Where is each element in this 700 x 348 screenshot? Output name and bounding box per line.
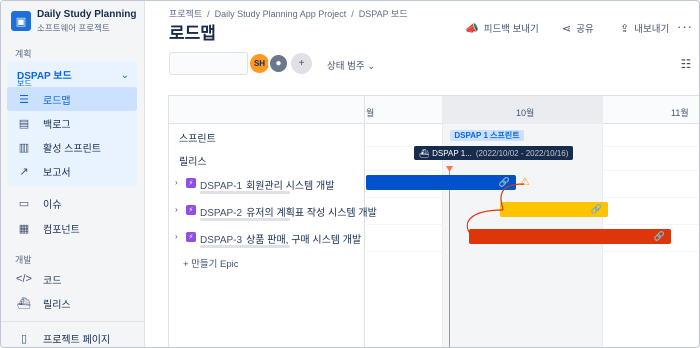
row-divider: [366, 251, 699, 252]
sidebar-item-label: 릴리스: [43, 299, 71, 311]
release-dates: (2022/10/02 - 2022/10/16): [475, 148, 569, 158]
create-epic-button[interactable]: + 만들기 Epic: [183, 256, 239, 270]
sidebar-item-label: 보고서: [43, 167, 71, 179]
sidebar-item-label: 백로그: [43, 119, 71, 131]
row-divider: [366, 170, 699, 171]
table-row[interactable]: › ⚡ DSPAP-3 상품 판매, 구매 시스템 개발: [169, 224, 365, 251]
sidebar-item-reports[interactable]: ↗ 보고서: [7, 159, 137, 183]
sidebar-item-label: 이슈: [43, 199, 62, 211]
section-planning-label: 계획: [15, 49, 32, 59]
breadcrumb-item[interactable]: DSPAP 보드: [359, 9, 408, 19]
epic-icon: ⚡: [186, 178, 196, 188]
share-icon: ⋖: [562, 22, 572, 35]
release-name: DSPAP 1...: [432, 148, 472, 158]
sprint-chip[interactable]: DSPAP 1 스프린트: [450, 130, 524, 141]
release-tag[interactable]: ⛴ DSPAP 1... (2022/10/02 - 2022/10/16): [414, 146, 574, 160]
row-divider: [366, 224, 699, 225]
sidebar-item-issues[interactable]: ▭ 이슈: [7, 191, 137, 215]
breadcrumb-item[interactable]: 프로젝트: [169, 9, 202, 19]
month-divider: [442, 96, 443, 347]
sidebar-item-code[interactable]: </> 코드: [7, 267, 137, 291]
chevron-right-icon[interactable]: ›: [175, 232, 178, 241]
today-marker: [449, 168, 450, 347]
sidebar: ▣ Daily Study Planning A... 소프트웨어 프로젝트 계…: [1, 1, 145, 347]
add-people-icon[interactable]: +: [291, 53, 312, 74]
feedback-button[interactable]: 📣 피드백 보내기: [465, 21, 539, 36]
export-icon: ⇪: [620, 22, 630, 35]
roadmap-icon: ☰: [19, 93, 29, 106]
search-input[interactable]: [169, 52, 248, 75]
status-category-filter[interactable]: 상태 범주 ⌄: [327, 58, 375, 72]
backlog-icon: ▤: [18, 117, 30, 130]
left-header: [169, 96, 364, 124]
components-icon: ▦: [18, 222, 30, 235]
status-filter-label: 상태 범주: [327, 61, 365, 72]
release-icon: ⛴: [419, 148, 430, 158]
export-label: 내보내기: [634, 24, 670, 35]
epic-icon: ⚡: [186, 205, 196, 215]
code-icon: </>: [16, 273, 32, 285]
sidebar-item-label: 컴포넌트: [43, 224, 80, 236]
chevron-right-icon[interactable]: ›: [175, 205, 178, 214]
epic-progress-bar: [200, 218, 290, 221]
feedback-label: 피드백 보내기: [483, 24, 539, 35]
view-settings-icon[interactable]: ☷: [675, 53, 697, 75]
today-marker-icon: [446, 166, 453, 172]
share-button[interactable]: ⋖ 공유: [562, 21, 594, 36]
month-label: 10월: [516, 108, 535, 118]
sprint-board-icon: ▥: [18, 141, 30, 154]
main-content: 프로젝트 / Daily Study Planning App Project / DS…: [146, 1, 699, 347]
sidebar-item-label: 로드맵: [43, 95, 71, 107]
export-button[interactable]: ⇪ 내보내기: [620, 21, 670, 36]
row-divider: [366, 197, 699, 198]
sidebar-item-label: 활성 스프린트: [43, 143, 101, 155]
sidebar-item-active-sprint[interactable]: ▥ 활성 스프린트: [7, 135, 137, 159]
user-avatar-icon[interactable]: ●: [268, 53, 289, 74]
month-divider: [602, 96, 603, 347]
page-title: 로드맵: [169, 24, 216, 43]
avatar[interactable]: SH: [250, 54, 269, 73]
sidebar-item-releases[interactable]: ⛴ 릴리스: [7, 291, 137, 315]
project-avatar-icon: ▣: [11, 11, 31, 31]
dependency-line[interactable]: [451, 182, 531, 242]
reports-icon: ↗: [19, 165, 29, 178]
sidebar-divider: [1, 321, 145, 322]
app-window: ▣ Daily Study Planning A... 소프트웨어 프로젝트 계…: [0, 0, 700, 348]
sidebar-item-roadmap[interactable]: ☰ 로드맵: [7, 87, 137, 111]
sidebar-item-project-pages[interactable]: ▯ 프로젝트 페이지: [7, 326, 137, 347]
epic-progress-bar: [200, 191, 290, 194]
more-actions-button[interactable]: ···: [677, 19, 693, 34]
project-type: 소프트웨어 프로젝트: [37, 23, 110, 33]
chevron-down-icon: ⌄: [367, 61, 376, 72]
sidebar-item-backlog[interactable]: ▤ 백로그: [7, 111, 137, 135]
chevron-right-icon[interactable]: ›: [175, 178, 178, 187]
link-icon[interactable]: 🔗: [654, 231, 665, 242]
section-dev-label: 개발: [15, 255, 32, 265]
roadmap-left-column: 스프린트 릴리스 › ⚡ DSPAP-1 회원관리 시스템 개발 › ⚡ DSPA…: [169, 96, 377, 347]
sprint-row-label: 스프린트: [179, 134, 216, 145]
pages-icon: ▯: [20, 332, 28, 345]
table-row[interactable]: › ⚡ DSPAP-2 유저의 계획표 작성 시스템 개발: [169, 197, 377, 224]
sidebar-item-label: 코드: [43, 275, 62, 287]
epic-icon: ⚡: [186, 232, 196, 242]
releases-icon: ⛴: [17, 297, 31, 310]
sidebar-item-components[interactable]: ▦ 컴포넌트: [7, 216, 137, 240]
project-header[interactable]: ▣ Daily Study Planning A... 소프트웨어 프로젝트: [11, 9, 137, 34]
roadmap-timeline: 월 10월 11월 DSPAP 1 스프린트 ⛴ DSPAP 1... (202…: [366, 96, 699, 347]
megaphone-icon: 📣: [465, 22, 479, 35]
project-name: Daily Study Planning A...: [37, 9, 137, 20]
epic-progress-bar: [200, 245, 290, 248]
chevron-down-icon[interactable]: ⌄: [121, 70, 129, 81]
issues-icon: ▭: [18, 197, 30, 210]
month-label: 11월: [671, 108, 689, 118]
link-icon[interactable]: 🔗: [591, 204, 602, 215]
table-row[interactable]: › ⚡ DSPAP-1 회원관리 시스템 개발: [169, 170, 365, 197]
share-label: 공유: [576, 24, 594, 35]
release-row-label: 릴리스: [179, 157, 207, 168]
month-label: 월: [366, 108, 375, 118]
roadmap-grid: 스프린트 릴리스 › ⚡ DSPAP-1 회원관리 시스템 개발 › ⚡ DSPA…: [168, 95, 699, 347]
sidebar-item-label: 프로젝트 페이지: [43, 334, 111, 346]
breadcrumb-item[interactable]: Daily Study Planning App Project: [215, 9, 347, 19]
